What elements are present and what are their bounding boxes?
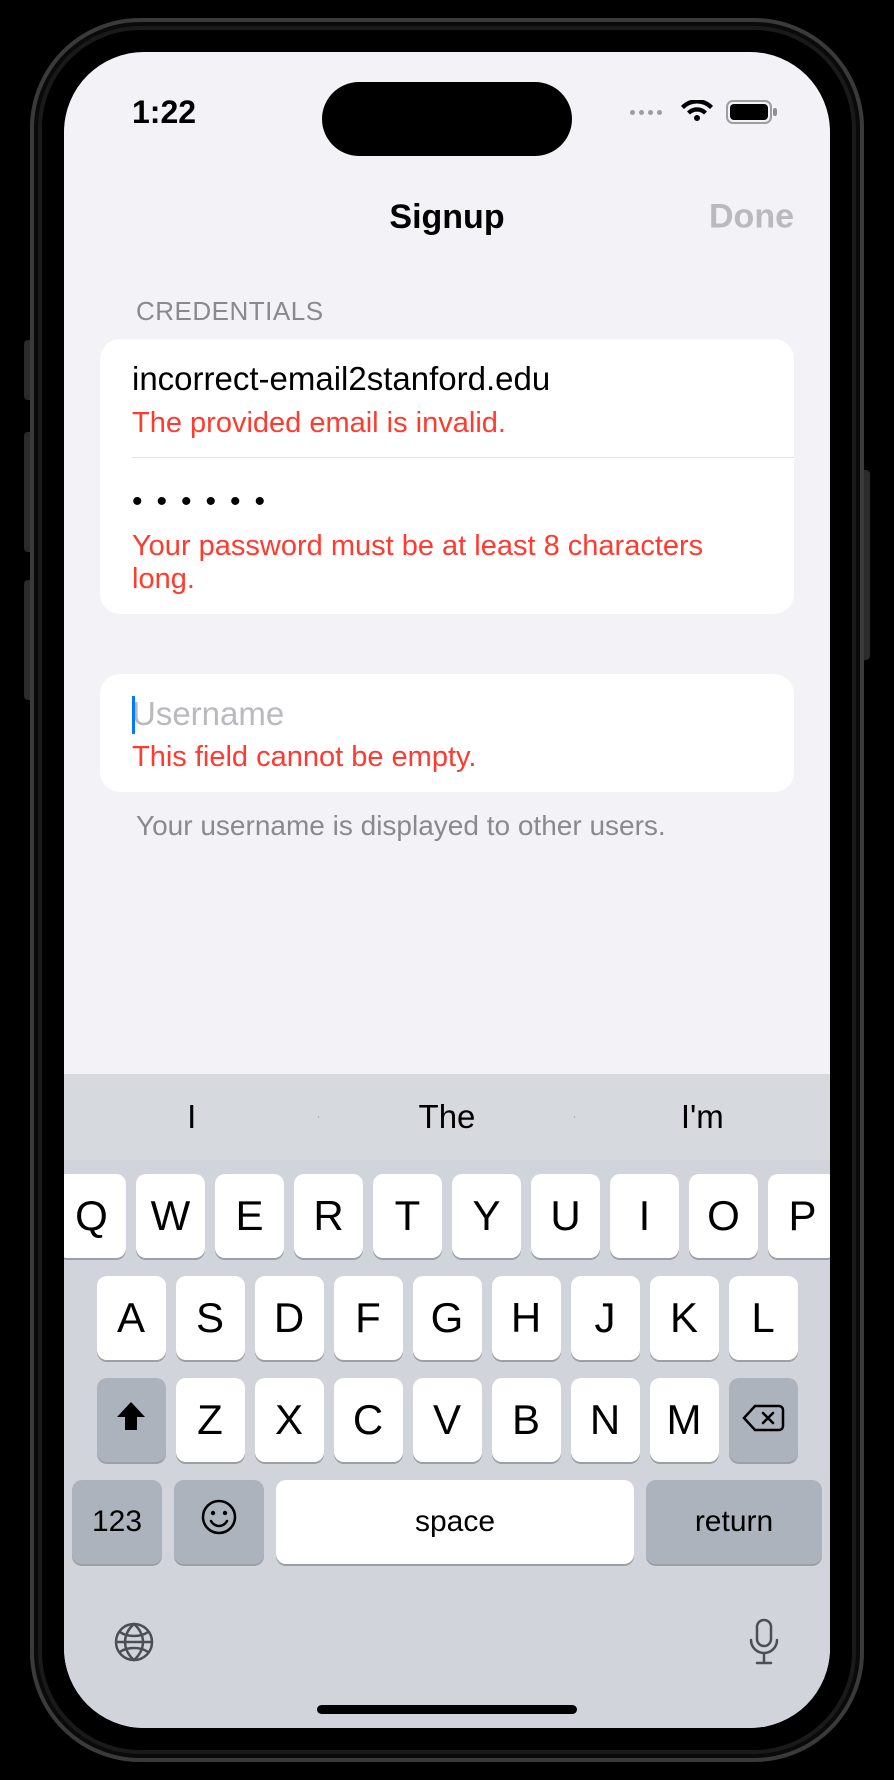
email-error: The provided email is invalid.: [132, 407, 762, 440]
key-a[interactable]: A: [97, 1276, 166, 1360]
battery-icon: [726, 99, 780, 125]
key-c[interactable]: C: [334, 1378, 403, 1462]
key-k[interactable]: K: [650, 1276, 719, 1360]
nav-bar: Signup Done: [64, 172, 830, 262]
key-123[interactable]: 123: [72, 1480, 162, 1564]
key-s[interactable]: S: [176, 1276, 245, 1360]
username-field[interactable]: [132, 694, 762, 734]
key-x[interactable]: X: [255, 1378, 324, 1462]
username-footer: Your username is displayed to other user…: [100, 792, 794, 842]
key-return[interactable]: return: [646, 1480, 822, 1564]
key-h[interactable]: H: [492, 1276, 561, 1360]
key-backspace[interactable]: [729, 1378, 798, 1462]
key-l[interactable]: L: [729, 1276, 798, 1360]
key-b[interactable]: B: [492, 1378, 561, 1462]
shift-icon: [113, 1396, 149, 1444]
home-indicator[interactable]: [317, 1705, 577, 1714]
key-n[interactable]: N: [571, 1378, 640, 1462]
key-e[interactable]: E: [215, 1174, 284, 1258]
key-v[interactable]: V: [413, 1378, 482, 1462]
key-r[interactable]: R: [294, 1174, 363, 1258]
cellular-dots-icon: [630, 110, 662, 115]
form-content: CREDENTIALS The provided email is invali…: [64, 262, 830, 842]
suggestion-3[interactable]: I'm: [575, 1098, 830, 1136]
key-u[interactable]: U: [531, 1174, 600, 1258]
status-time: 1:22: [132, 94, 196, 131]
key-shift[interactable]: [97, 1378, 166, 1462]
key-space[interactable]: space: [276, 1480, 634, 1564]
credentials-card: The provided email is invalid. •••••• Yo…: [100, 339, 794, 614]
backspace-icon: [741, 1396, 785, 1444]
wifi-icon: [680, 100, 714, 124]
password-field[interactable]: ••••••: [132, 478, 762, 522]
email-row[interactable]: The provided email is invalid.: [100, 339, 794, 458]
mic-icon[interactable]: [744, 1616, 784, 1673]
globe-icon[interactable]: [110, 1618, 158, 1671]
username-card: This field cannot be empty.: [100, 674, 794, 793]
key-y[interactable]: Y: [452, 1174, 521, 1258]
key-z[interactable]: Z: [176, 1378, 245, 1462]
key-o[interactable]: O: [689, 1174, 758, 1258]
password-row[interactable]: •••••• Your password must be at least 8 …: [100, 458, 794, 614]
suggestion-1[interactable]: I: [64, 1098, 319, 1136]
keyboard: I The I'm Q W E R T Y U I O P: [64, 1074, 830, 1728]
key-f[interactable]: F: [334, 1276, 403, 1360]
suggestion-2[interactable]: The: [319, 1098, 574, 1136]
key-g[interactable]: G: [413, 1276, 482, 1360]
username-error: This field cannot be empty.: [132, 741, 762, 774]
username-row[interactable]: This field cannot be empty.: [100, 674, 794, 793]
text-cursor: [132, 696, 135, 734]
status-bar: 1:22: [64, 52, 830, 172]
device-bezel: 1:22 Signup Done: [30, 18, 864, 1762]
key-m[interactable]: M: [650, 1378, 719, 1462]
key-w[interactable]: W: [136, 1174, 205, 1258]
key-j[interactable]: J: [571, 1276, 640, 1360]
screen: 1:22 Signup Done: [64, 52, 830, 1728]
key-p[interactable]: P: [768, 1174, 830, 1258]
key-emoji[interactable]: [174, 1480, 264, 1564]
email-field[interactable]: [132, 359, 762, 399]
key-i[interactable]: I: [610, 1174, 679, 1258]
done-button[interactable]: Done: [709, 198, 794, 237]
suggestion-bar: I The I'm: [64, 1074, 830, 1160]
password-error: Your password must be at least 8 charact…: [132, 530, 762, 596]
page-title: Signup: [389, 198, 504, 237]
emoji-icon: [200, 1498, 238, 1546]
key-d[interactable]: D: [255, 1276, 324, 1360]
section-header-credentials: CREDENTIALS: [100, 262, 794, 339]
key-t[interactable]: T: [373, 1174, 442, 1258]
key-q[interactable]: Q: [64, 1174, 126, 1258]
